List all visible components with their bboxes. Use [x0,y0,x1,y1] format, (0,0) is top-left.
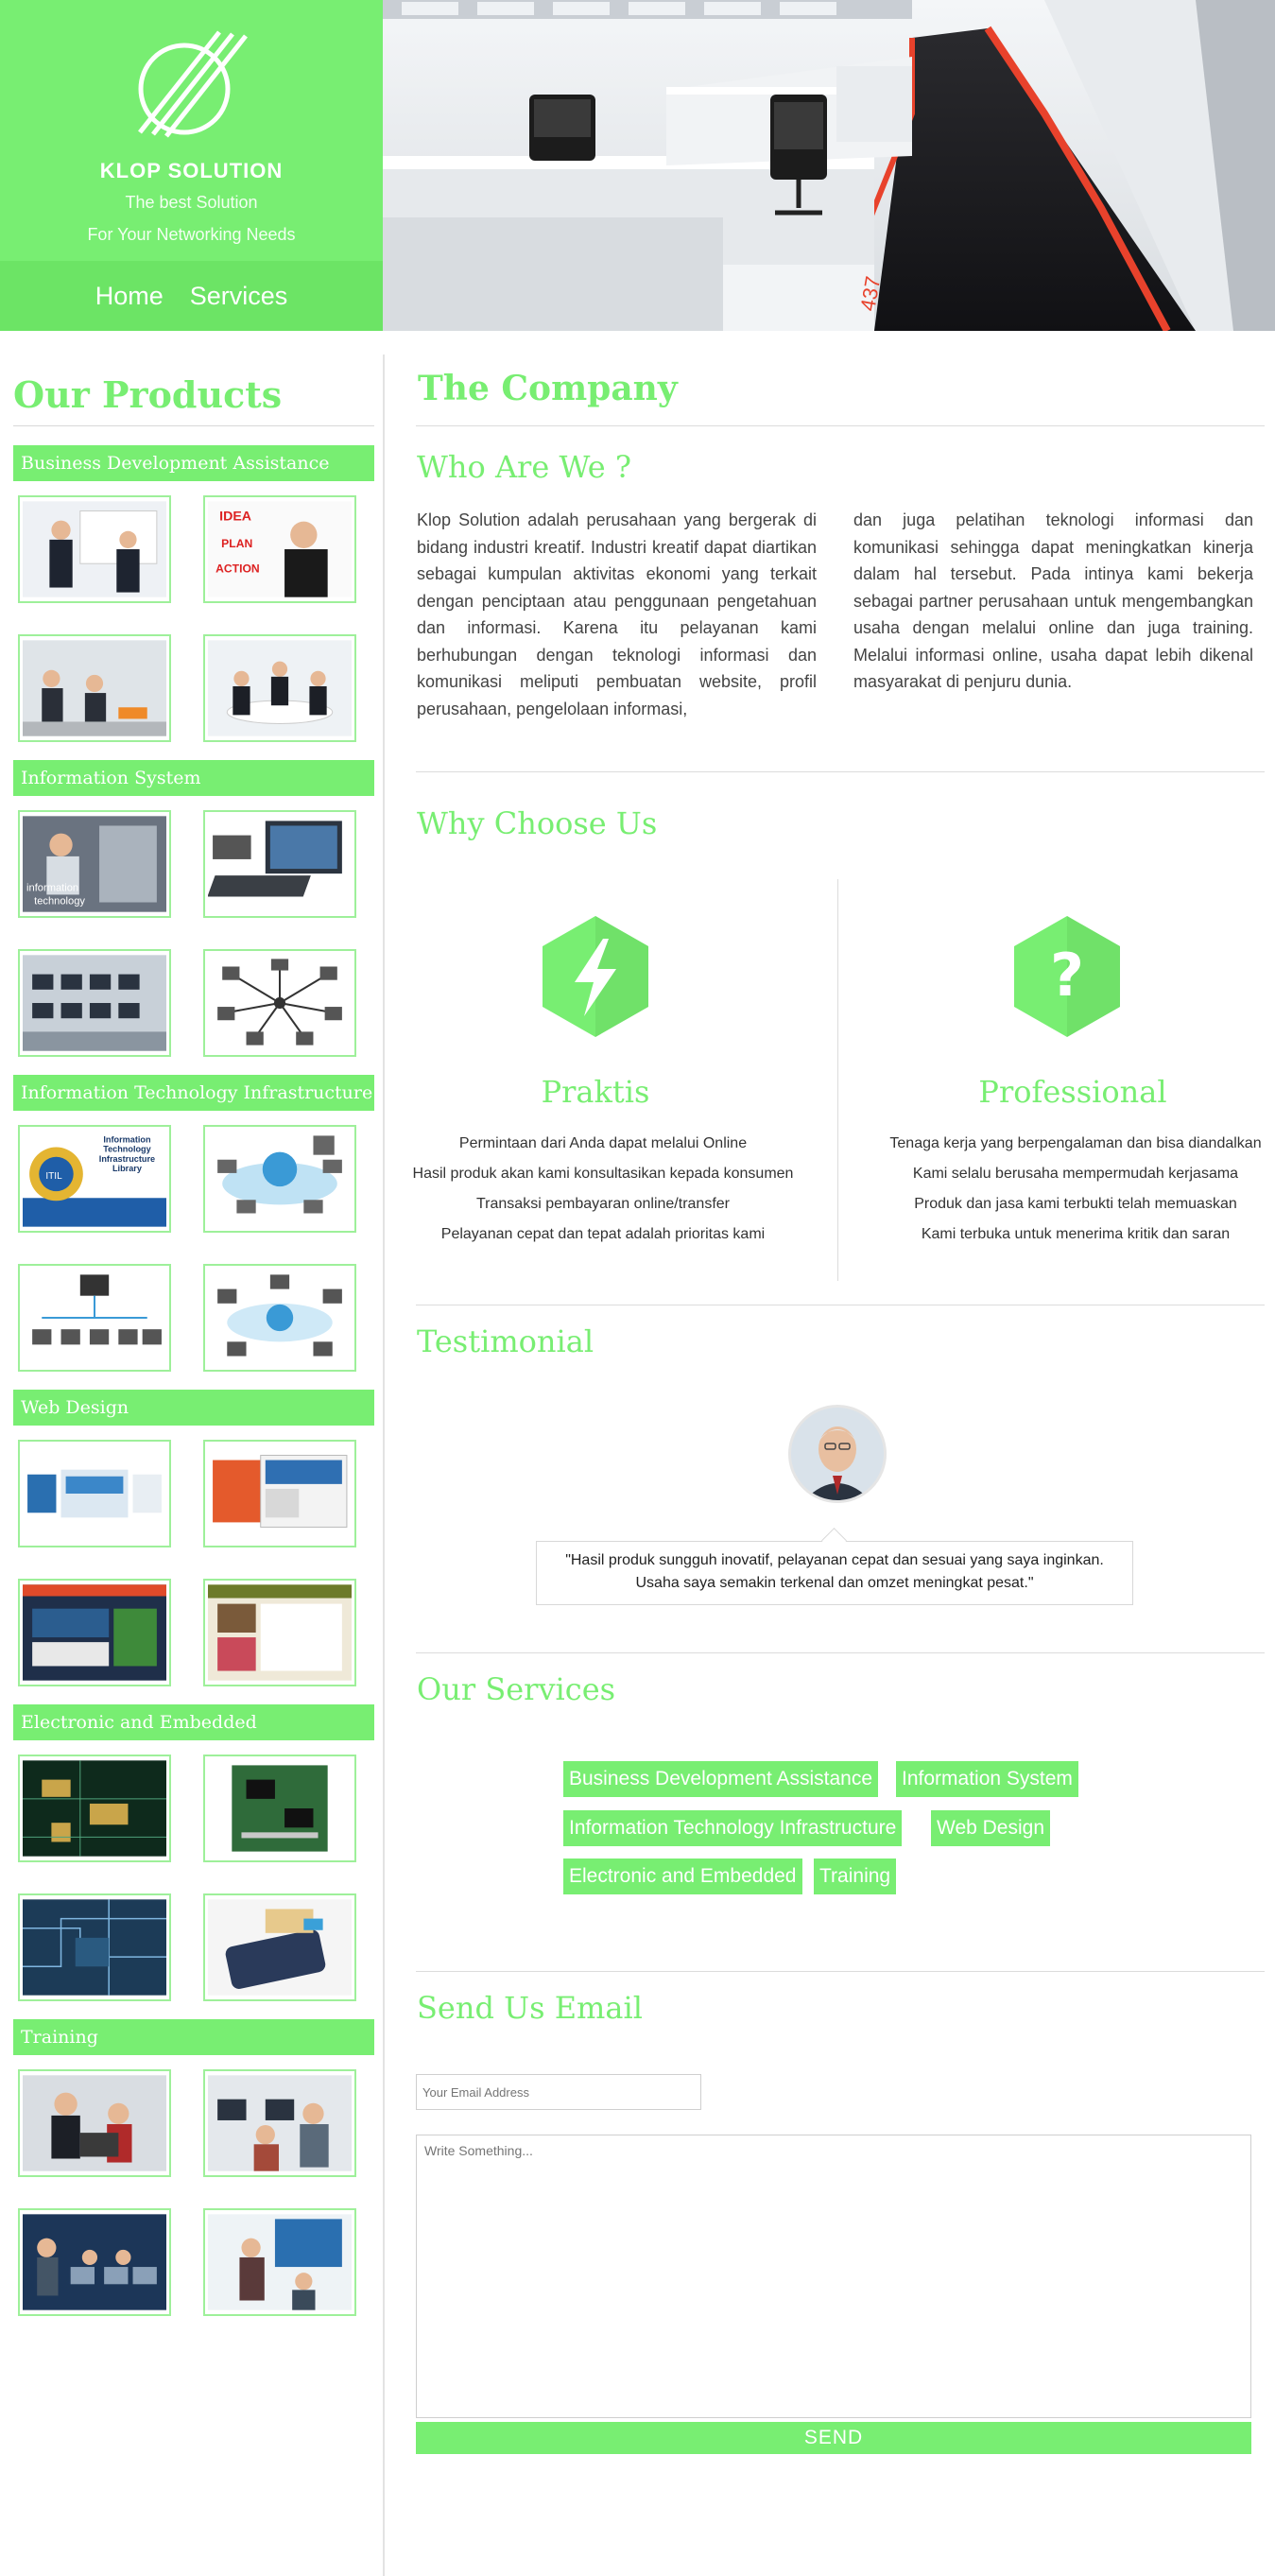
category-electronic-embedded[interactable]: Electronic and Embedded [13,1704,374,1740]
brand-panel: KLOP SOLUTION The best Solution For Your… [0,0,383,331]
question-mark-icon: ? [1014,916,1120,1037]
product-thumb[interactable]: information technology [18,810,171,918]
why-left-title: Praktis [541,1074,650,1110]
why-left-point: Transaksi pembayaran online/transfer [476,1196,730,1212]
why-left-point: Pelayanan cepat dan tepat adalah priorit… [440,1226,766,1242]
nav-services-link[interactable]: Services [190,282,288,311]
product-thumb[interactable] [18,634,171,742]
product-thumb[interactable] [18,495,171,603]
product-thumb[interactable] [18,1893,171,2001]
nav-home-link[interactable]: Home [95,282,164,311]
why-right-point: Kami selalu berusaha mempermudah kerjasa… [912,1166,1239,1182]
company-para-left: Klop Solution adalah perusahaan yang ber… [417,510,817,718]
sidebar-divider [383,354,385,2576]
hero-office-image: 437 [383,0,1275,331]
product-thumb[interactable]: IDEA PLAN ACTION [203,495,356,603]
product-thumb[interactable] [203,810,356,918]
product-thumb[interactable] [18,2069,171,2177]
svg-text:?: ? [1050,941,1084,1010]
thumb-text: ACTION [215,562,260,575]
why-title: Why Choose Us [417,805,658,841]
category-business-development[interactable]: Business Development Assistance [13,445,374,481]
who-title: Who Are We ? [417,449,631,485]
services-title: Our Services [417,1671,616,1707]
testimonial-avatar [788,1405,887,1503]
thumb-text: PLAN [221,537,252,550]
product-thumb[interactable] [18,1264,171,1372]
send-button[interactable]: SEND [416,2422,1251,2454]
section-divider [416,771,1265,772]
category-it-infrastructure[interactable]: Information Technology Infrastructure [13,1075,374,1111]
contact-title: Send Us Email [417,1990,643,2026]
category-information-system[interactable]: Information System [13,760,374,796]
lightning-bolt-icon [543,916,648,1037]
product-thumb[interactable] [203,1893,356,2001]
products-title: Our Products [13,373,283,416]
why-left-point: Permintaan dari Anda dapat melalui Onlin… [458,1135,748,1151]
message-field[interactable] [416,2135,1251,2418]
why-divider [837,879,838,1281]
product-thumb[interactable] [203,1755,356,1862]
product-thumb[interactable] [18,1579,171,1686]
service-tag-electronic-embedded[interactable]: Electronic and Embedded [563,1859,802,1894]
why-right-point: Tenaga kerja yang berpengalaman dan bisa… [889,1135,1262,1151]
section-divider [416,1652,1265,1653]
slashed-circle-logo-icon [138,30,248,138]
product-thumb[interactable] [18,1755,171,1862]
category-web-design[interactable]: Web Design [13,1390,374,1426]
product-thumb[interactable] [203,2208,356,2316]
thumb-text: ITIL [45,1171,62,1182]
product-thumb[interactable]: ITIL Information Technology Infrastructur… [18,1125,171,1233]
testimonial-title: Testimonial [417,1323,594,1359]
thumb-text: information [26,882,78,893]
product-thumb[interactable] [18,949,171,1057]
service-tag-training[interactable]: Training [814,1859,897,1894]
service-tag-business-development[interactable]: Business Development Assistance [563,1761,878,1797]
thumb-text: Information Technology Infrastructure Li… [98,1134,156,1173]
product-thumb[interactable] [203,1125,356,1233]
product-thumb[interactable] [203,2069,356,2177]
why-right-point: Kami terbuka untuk menerima kritik dan s… [921,1226,1231,1242]
service-tag-it-infrastructure[interactable]: Information Technology Infrastructure [563,1810,903,1846]
product-thumb[interactable] [18,2208,171,2316]
email-field[interactable] [416,2074,701,2110]
product-thumb[interactable] [203,1264,356,1372]
why-right-point: Produk dan jasa kami terbukti telah memu… [914,1196,1237,1212]
thumb-text: technology [34,896,85,908]
brand-tagline: For Your Networking Needs [87,225,296,244]
product-thumb[interactable] [203,1440,356,1547]
section-divider [416,1971,1265,1972]
why-left-list: Permintaan dari Anda dapat melalui Onlin… [386,1129,820,1250]
service-tag-web-design[interactable]: Web Design [931,1810,1051,1846]
top-nav: Home Services [0,261,383,331]
category-training[interactable]: Training [13,2019,374,2055]
section-divider [416,425,1265,426]
why-left-point: Hasil produk akan kami konsultasikan kep… [412,1166,794,1182]
brand-name: KLOP SOLUTION [99,159,284,182]
product-thumb[interactable] [203,634,356,742]
product-thumb[interactable] [203,1579,356,1686]
why-right-title: Professional [978,1074,1167,1110]
products-divider [13,425,374,426]
service-tag-information-system[interactable]: Information System [896,1761,1078,1797]
company-para-right: dan juga pelatihan teknologi informasi d… [853,510,1253,691]
product-thumb[interactable] [203,949,356,1057]
company-title: The Company [418,369,678,408]
brand-tagline: The best Solution [125,193,258,212]
thumb-text: IDEA [219,510,251,525]
why-right-list: Tenaga kerja yang berpengalaman dan bisa… [858,1129,1275,1250]
product-thumb[interactable] [18,1440,171,1547]
